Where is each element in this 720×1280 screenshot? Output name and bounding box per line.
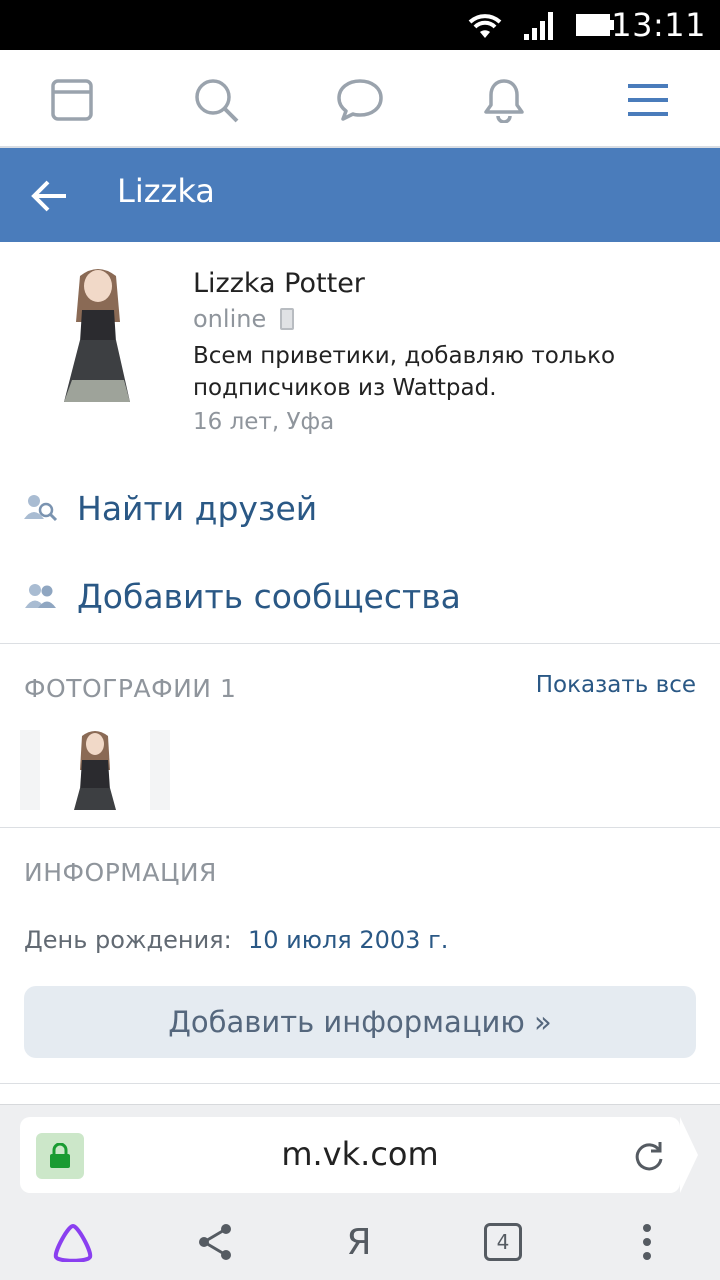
search-icon[interactable] — [190, 74, 242, 126]
address-bar[interactable]: m.vk.com — [20, 1117, 698, 1193]
alice-icon[interactable] — [48, 1217, 98, 1267]
online-status: online — [193, 305, 295, 333]
arrow-left-icon — [31, 180, 66, 212]
divider — [0, 1083, 720, 1084]
url-text: m.vk.com — [281, 1135, 439, 1173]
news-icon[interactable] — [46, 74, 98, 126]
browser-toolbar: m.vk.com Я 4 — [0, 1104, 720, 1280]
mobile-icon — [280, 308, 295, 330]
photos-title: ФОТОГРАФИИ 1 — [24, 674, 237, 703]
status-bar: 13:11 — [0, 0, 720, 50]
birthday-label: День рождения: — [24, 926, 232, 954]
add-communities-link[interactable]: Добавить сообщества — [0, 566, 720, 626]
signal-icon — [524, 12, 553, 40]
online-label: online — [193, 305, 267, 333]
communities-icon — [25, 584, 56, 608]
yandex-button[interactable]: Я — [334, 1217, 384, 1267]
tabs-count: 4 — [484, 1223, 522, 1261]
find-friends-icon — [24, 495, 58, 522]
divider — [0, 643, 720, 644]
profile-meta: 16 лет, Уфа — [193, 409, 335, 435]
menu-icon[interactable] — [622, 74, 674, 126]
photo-thumbnail[interactable] — [20, 730, 170, 810]
clock: 13:11 — [611, 6, 706, 44]
birthday-value[interactable]: 10 июля 2003 г. — [248, 926, 448, 954]
wifi-icon — [468, 14, 502, 38]
show-all-link[interactable]: Показать все — [536, 672, 696, 698]
messages-icon[interactable] — [334, 74, 386, 126]
notifications-icon[interactable] — [478, 74, 530, 126]
find-friends-link[interactable]: Найти друзей — [0, 478, 720, 538]
avatar[interactable] — [42, 262, 154, 412]
battery-icon — [576, 14, 614, 36]
page-title: Lizzka — [117, 172, 215, 210]
reload-icon[interactable] — [632, 1139, 666, 1173]
divider — [0, 827, 720, 828]
find-friends-label: Найти друзей — [77, 488, 318, 528]
add-info-button[interactable]: Добавить информацию » — [24, 986, 696, 1058]
tabs-button[interactable]: 4 — [478, 1217, 528, 1267]
more-icon[interactable] — [622, 1217, 672, 1267]
profile-status: Всем приветики, добавляю только подписчи… — [193, 343, 616, 401]
back-button[interactable] — [24, 170, 76, 222]
profile-name: Lizzka Potter — [193, 268, 365, 299]
page-header: Lizzka — [0, 148, 720, 242]
add-communities-label: Добавить сообщества — [77, 576, 461, 616]
share-icon[interactable] — [190, 1217, 240, 1267]
info-title: ИНФОРМАЦИЯ — [24, 858, 217, 887]
top-nav — [0, 50, 720, 148]
